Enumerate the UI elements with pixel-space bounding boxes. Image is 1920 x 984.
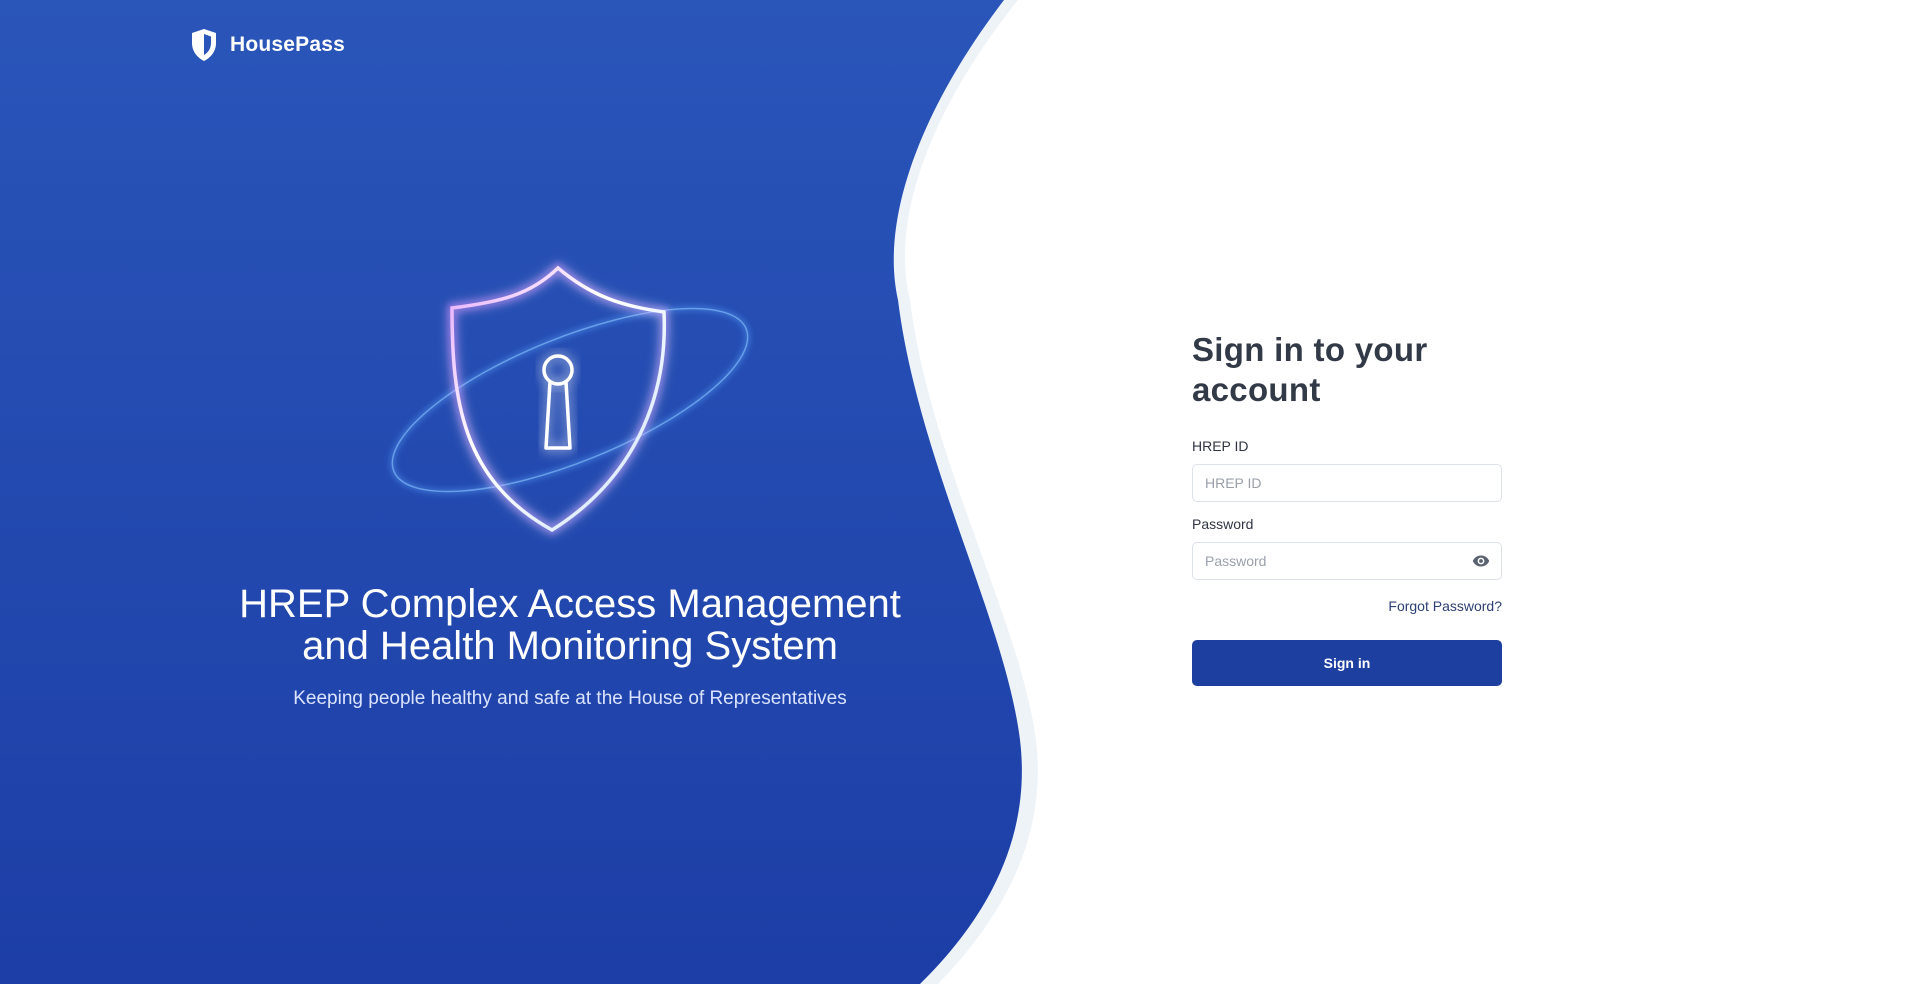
forgot-password-row: Forgot Password?: [1192, 598, 1502, 616]
password-label: Password: [1192, 516, 1254, 532]
hrep-id-label: HREP ID: [1192, 438, 1249, 454]
hero-background: [0, 0, 1038, 984]
form-title: Sign in to your account: [1192, 331, 1428, 408]
sign-in-form: Sign in to your account HREP ID Password…: [1192, 330, 1502, 686]
password-field-wrapper: [1192, 542, 1502, 580]
sign-in-button[interactable]: Sign in: [1192, 640, 1502, 686]
hrep-id-field-wrapper: [1192, 464, 1502, 502]
hrep-id-input[interactable]: [1192, 464, 1502, 502]
hero-title-line-2: and Health Monitoring System: [302, 624, 838, 668]
hero-title-line-1: HREP Complex Access Management: [239, 582, 901, 626]
hero-subtitle: Keeping people healthy and safe at the H…: [293, 688, 847, 709]
brand-logo[interactable]: HousePass: [190, 28, 345, 62]
forgot-password-link[interactable]: Forgot Password?: [1388, 598, 1502, 614]
login-page: HousePass HREP Complex Access Management…: [0, 0, 1920, 984]
shield-icon: [192, 29, 216, 61]
hero-title: HREP Complex Access Management and Healt…: [170, 583, 970, 667]
password-input[interactable]: [1192, 542, 1502, 580]
eye-icon[interactable]: [1472, 554, 1490, 568]
brand-name: HousePass: [230, 33, 346, 56]
shield-keyhole-icon: [389, 261, 751, 536]
